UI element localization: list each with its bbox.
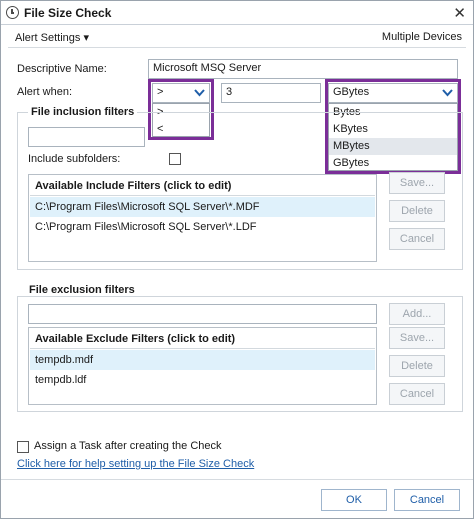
- alert-settings-menu[interactable]: Alert Settings ▾: [15, 31, 89, 44]
- exclusion-cancel-button[interactable]: Cancel: [389, 383, 445, 405]
- inclusion-path-field[interactable]: [28, 127, 145, 147]
- list-item[interactable]: tempdb.ldf: [30, 370, 375, 390]
- exclude-filters-list: Available Exclude Filters (click to edit…: [28, 327, 377, 405]
- alert-when-label: Alert when:: [17, 86, 73, 98]
- clock-icon: [6, 6, 19, 19]
- inclusion-save-button[interactable]: Save...: [389, 172, 445, 194]
- multiple-devices-menu[interactable]: Multiple Devices: [382, 31, 462, 43]
- list-item[interactable]: tempdb.mdf: [30, 350, 375, 370]
- ok-button[interactable]: OK: [321, 489, 387, 511]
- list-item[interactable]: C:\Program Files\Microsoft SQL Server\*.…: [30, 197, 375, 217]
- menu-bar: Alert Settings ▾ Multiple Devices: [8, 28, 466, 48]
- include-filters-list: Available Include Filters (click to edit…: [28, 174, 377, 262]
- descriptive-name-label: Descriptive Name:: [17, 63, 107, 75]
- file-size-check-dialog: File Size Check ✕ Alert Settings ▾ Multi…: [0, 0, 474, 519]
- exclusion-path-field[interactable]: [28, 304, 377, 324]
- help-link[interactable]: Click here for help setting up the File …: [17, 458, 254, 470]
- cancel-button[interactable]: Cancel: [394, 489, 460, 511]
- close-icon[interactable]: ✕: [453, 4, 466, 22]
- inclusion-delete-button[interactable]: Delete: [389, 200, 445, 222]
- exclusion-group-title: File exclusion filters: [26, 284, 138, 296]
- exclusion-add-button[interactable]: Add...: [389, 303, 445, 325]
- descriptive-name-field[interactable]: Microsoft MSQ Server: [148, 59, 458, 79]
- exclusion-delete-button[interactable]: Delete: [389, 355, 445, 377]
- exclude-filters-header: Available Exclude Filters (click to edit…: [30, 329, 375, 349]
- list-item[interactable]: C:\Program Files\Microsoft SQL Server\*.…: [30, 217, 375, 237]
- include-filters-header: Available Include Filters (click to edit…: [30, 176, 375, 196]
- include-subfolders-label: Include subfolders:: [28, 153, 121, 165]
- inclusion-cancel-button[interactable]: Cancel: [389, 228, 445, 250]
- assign-task-checkbox[interactable]: [17, 441, 29, 453]
- window-title: File Size Check: [24, 5, 112, 20]
- assign-task-label: Assign a Task after creating the Check: [34, 440, 222, 452]
- inclusion-group-title: File inclusion filters: [28, 106, 138, 118]
- title-bar: File Size Check ✕: [1, 1, 473, 25]
- threshold-field[interactable]: 3: [221, 83, 321, 103]
- exclusion-save-button[interactable]: Save...: [389, 327, 445, 349]
- include-subfolders-checkbox[interactable]: [169, 153, 181, 165]
- footer-divider: [1, 479, 473, 480]
